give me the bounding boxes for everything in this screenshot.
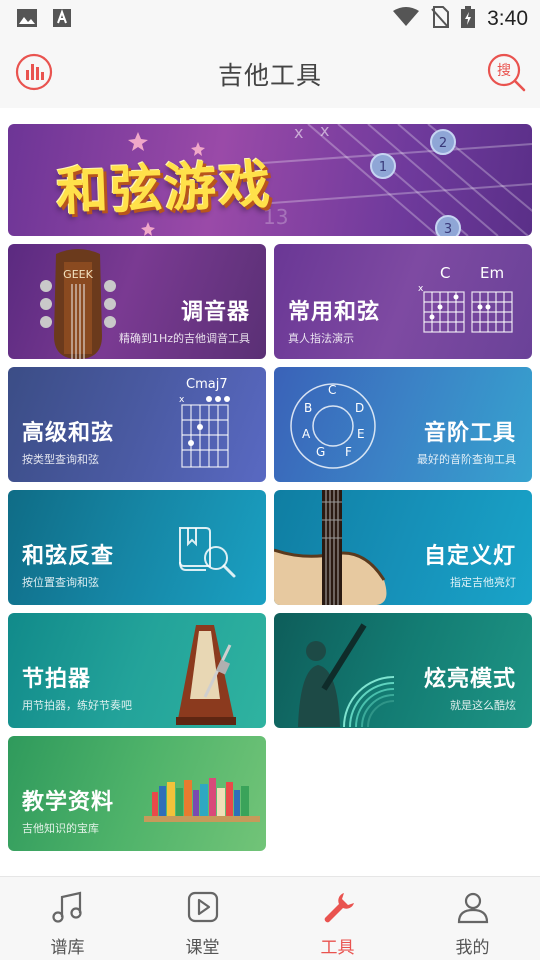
card-subtitle: 精确到1Hz的吉他调音工具 bbox=[118, 332, 250, 345]
search-icon: 搜 bbox=[487, 53, 526, 92]
svg-text:x: x bbox=[320, 124, 329, 140]
svg-text:3: 3 bbox=[444, 222, 452, 236]
note-d: D bbox=[355, 401, 365, 415]
guitarist-art bbox=[298, 623, 395, 727]
wifi-icon bbox=[393, 7, 420, 31]
text-icon bbox=[52, 8, 72, 32]
banner-title: 和弦游戏 bbox=[55, 155, 274, 223]
cool-mode-card[interactable]: 炫亮模式 就是这么酷炫 bbox=[274, 613, 532, 728]
page-title: 吉他工具 bbox=[217, 61, 322, 90]
bottom-nav: 谱库 课堂 工具 我的 bbox=[0, 876, 540, 960]
custom-light-card[interactable]: 自定义灯 指定吉他亮灯 bbox=[274, 490, 532, 605]
card-title: 炫亮模式 bbox=[423, 667, 516, 692]
nav-label: 谱库 bbox=[50, 938, 85, 958]
note-b: B bbox=[304, 401, 313, 415]
svg-text:1: 1 bbox=[379, 160, 387, 175]
svg-text:搜: 搜 bbox=[497, 63, 511, 79]
no-sim-icon bbox=[431, 6, 450, 32]
bookshelf-art bbox=[144, 778, 260, 822]
card-subtitle: 指定吉他亮灯 bbox=[450, 576, 516, 589]
search-button[interactable]: 搜 bbox=[486, 52, 526, 92]
header-divider bbox=[0, 108, 540, 116]
music-note-icon bbox=[51, 891, 82, 923]
chord-label-cmaj7: Cmaj7 bbox=[186, 377, 228, 392]
gallery-icon bbox=[16, 8, 38, 32]
chord-label-c: C bbox=[440, 264, 451, 282]
svg-text:GEEK: GEEK bbox=[63, 268, 93, 281]
metronome-card[interactable]: 节拍器 用节拍器，练好节奏吧 bbox=[8, 613, 266, 728]
card-subtitle: 按位置查询和弦 bbox=[22, 576, 99, 589]
teaching-materials-card[interactable]: 教学资料 吉他知识的宝库 bbox=[8, 736, 266, 851]
chord-game-banner[interactable]: 123 xx 13 和弦游戏 bbox=[8, 124, 532, 236]
chord-diagrams-art: x bbox=[418, 284, 513, 333]
note-f: F bbox=[345, 445, 352, 459]
nav-label: 我的 bbox=[455, 938, 490, 958]
card-subtitle: 最好的音阶查询工具 bbox=[417, 453, 516, 466]
metronome-art bbox=[176, 625, 236, 725]
nav-item-library[interactable]: 谱库 bbox=[0, 877, 135, 960]
svg-text:x: x bbox=[418, 284, 424, 294]
nav-label: 课堂 bbox=[185, 938, 220, 958]
card-subtitle: 吉他知识的宝库 bbox=[22, 822, 99, 835]
card-title: 自定义灯 bbox=[423, 544, 516, 569]
note-e: E bbox=[357, 427, 365, 441]
nav-item-tools[interactable]: 工具 bbox=[270, 877, 405, 960]
card-title: 教学资料 bbox=[22, 790, 115, 815]
svg-text:x: x bbox=[294, 124, 303, 142]
card-title: 调音器 bbox=[180, 300, 250, 325]
play-icon bbox=[187, 891, 218, 923]
scale-tool-card[interactable]: C D E F G A B 音阶工具 最好的音阶查询工具 bbox=[274, 367, 532, 482]
battery-icon bbox=[461, 6, 476, 32]
card-subtitle: 用节拍器，练好节奏吧 bbox=[22, 699, 132, 712]
guitar-headstock-art: GEEK bbox=[40, 249, 116, 359]
svg-text:2: 2 bbox=[439, 136, 447, 151]
wrench-icon bbox=[324, 893, 354, 923]
chord-lookup-card[interactable]: 和弦反查 按位置查询和弦 bbox=[8, 490, 266, 605]
card-title: 常用和弦 bbox=[288, 300, 381, 325]
status-bar: 3:40 bbox=[0, 0, 540, 36]
nav-label: 工具 bbox=[320, 938, 355, 958]
nav-item-classroom[interactable]: 课堂 bbox=[135, 877, 270, 960]
note-g: G bbox=[316, 445, 326, 459]
note-c: C bbox=[328, 383, 337, 397]
common-chords-card[interactable]: x C Em 常用和弦 真人指法演示 bbox=[274, 244, 532, 359]
card-subtitle: 真人指法演示 bbox=[288, 332, 354, 345]
nav-item-profile[interactable]: 我的 bbox=[405, 877, 540, 960]
acoustic-guitar-art bbox=[274, 490, 387, 605]
svg-text:x: x bbox=[179, 395, 185, 405]
card-title: 音阶工具 bbox=[423, 421, 516, 446]
card-title: 节拍器 bbox=[22, 667, 92, 692]
card-title: 高级和弦 bbox=[22, 421, 115, 446]
card-subtitle: 就是这么酷炫 bbox=[450, 699, 516, 712]
note-a: A bbox=[302, 427, 311, 441]
status-time: 3:40 bbox=[487, 7, 528, 30]
tuner-card[interactable]: GEEK 调音器 精确到1Hz的吉他调音工具 bbox=[8, 244, 266, 359]
chord-label-em: Em bbox=[480, 264, 505, 282]
chord-diagram-art: x bbox=[179, 395, 230, 468]
book-search-icon bbox=[179, 527, 236, 578]
card-title: 和弦反查 bbox=[22, 544, 115, 569]
advanced-chords-card[interactable]: Cmaj7 x 高级和弦 按类型查询和弦 bbox=[8, 367, 266, 482]
user-icon bbox=[457, 892, 488, 924]
card-subtitle: 按类型查询和弦 bbox=[22, 453, 99, 466]
app-header: 吉他工具 搜 bbox=[0, 36, 540, 108]
